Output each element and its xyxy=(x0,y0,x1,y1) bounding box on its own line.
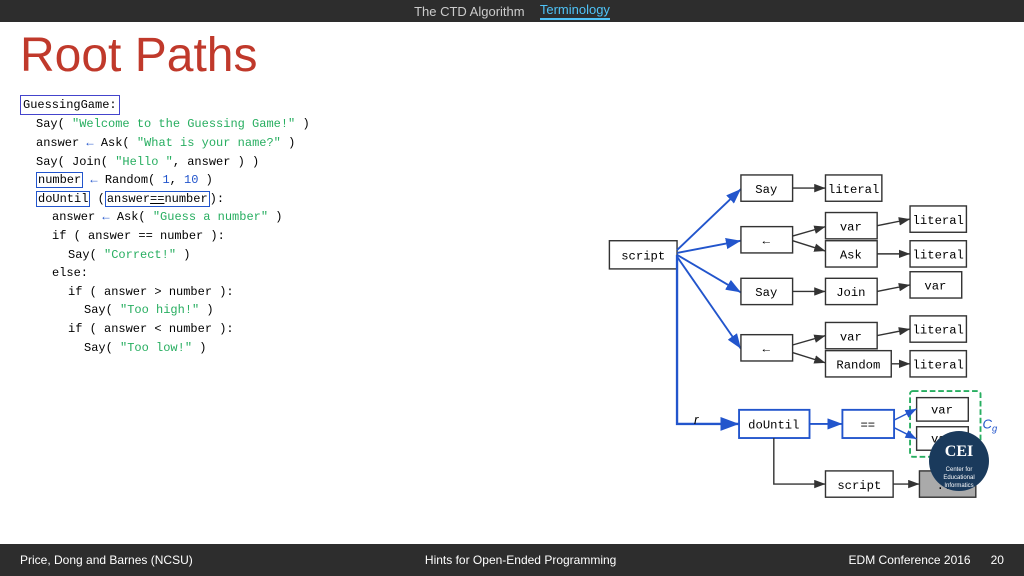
code-line-12: if ( answer < number ): xyxy=(20,320,590,339)
arrow-join-var xyxy=(877,285,910,292)
code-line-1: Say( "Welcome to the Guessing Game!" ) xyxy=(20,115,590,134)
top-navigation-bar: The CTD Algorithm Terminology xyxy=(0,0,1024,22)
svg-text:Center for: Center for xyxy=(946,467,973,473)
code-num-1: 1 xyxy=(162,173,169,187)
code-line-4: number ← Random( 1, 10 ) xyxy=(20,171,590,190)
code-str-toohigh: "Too high!" xyxy=(120,303,199,317)
code-line-10: if ( answer > number ): xyxy=(20,283,590,302)
author-info: Price, Dong and Barnes (NCSU) xyxy=(20,553,193,567)
script-label-bottom: script xyxy=(837,479,881,493)
left-panel: Root Paths GuessingGame: Say( "Welcome t… xyxy=(20,30,590,536)
assign-label-2: ← xyxy=(763,343,771,357)
page-number: 20 xyxy=(991,553,1004,567)
code-line-13: Say( "Too low!" ) xyxy=(20,339,590,358)
code-arrow-3: ← xyxy=(102,210,109,224)
literal-label-4: literal xyxy=(913,324,964,338)
right-panel: script Say literal ← var xyxy=(600,30,1004,536)
code-line-9: else: xyxy=(20,264,590,283)
bottom-bar: Price, Dong and Barnes (NCSU) Hints for … xyxy=(0,544,1024,576)
var-label-1: var xyxy=(840,220,862,234)
code-num-10: 10 xyxy=(184,173,198,187)
code-arrow-1: ← xyxy=(86,136,93,150)
say-label-2: Say xyxy=(755,286,777,300)
svg-text:Educational: Educational xyxy=(943,475,974,481)
code-block: GuessingGame: Say( "Welcome to the Guess… xyxy=(20,95,590,357)
arrow-script-assign2 xyxy=(677,257,741,349)
say-label-1: Say xyxy=(755,183,777,197)
var-label-g1: var xyxy=(931,404,953,418)
arrow-script-assign1 xyxy=(677,241,741,253)
arrow-script-dountil xyxy=(677,255,739,424)
code-str-correct: "Correct!" xyxy=(104,248,176,262)
random-label: Random xyxy=(836,358,880,372)
code-str-name: "What is your name?" xyxy=(137,136,281,150)
code-line-0: GuessingGame: xyxy=(20,95,590,116)
code-line-11: Say( "Too high!" ) xyxy=(20,301,590,320)
arrow-script-say1 xyxy=(677,189,741,250)
svg-text:CEI: CEI xyxy=(945,443,973,460)
code-str-hello: "Hello " xyxy=(115,155,173,169)
literal-label-1: literal xyxy=(828,183,879,197)
code-line-2: answer ← Ask( "What is your name?" ) xyxy=(20,134,590,153)
script-label: script xyxy=(621,250,665,264)
arrow-var-literal xyxy=(877,219,910,226)
code-line-5: doUntil (answer==number): xyxy=(20,190,590,209)
arrow-assign-ask xyxy=(793,241,826,251)
code-highlight-number: number xyxy=(36,172,83,188)
code-line-3: Say( Join( "Hello ", answer ) ) xyxy=(20,153,590,172)
literal-label-5: literal xyxy=(913,358,964,372)
literal-label-3: literal xyxy=(913,249,964,263)
logo-area: CEI Center for Educational Informatics xyxy=(924,426,994,496)
var-label-2: var xyxy=(924,280,946,294)
code-arrow-2: ← xyxy=(90,173,97,187)
page-title: Root Paths xyxy=(20,30,590,83)
arrow-assign-var xyxy=(793,227,826,236)
code-str-guess: "Guess a number" xyxy=(153,210,268,224)
code-line-7: if ( answer == number ): xyxy=(20,227,590,246)
eq-label: == xyxy=(860,419,875,433)
code-line-8: Say( "Correct!" ) xyxy=(20,246,590,265)
arrow-assign2-var xyxy=(793,336,826,345)
arrow-var3-literal xyxy=(877,329,910,336)
arrow-script-say2 xyxy=(677,255,741,293)
main-content: Root Paths GuessingGame: Say( "Welcome t… xyxy=(0,22,1024,544)
arrow-assign2-random xyxy=(793,353,826,363)
arrow-dountil-script xyxy=(774,438,826,484)
r-label: r xyxy=(694,412,699,427)
literal-label-2: literal xyxy=(913,214,964,228)
tab-terminology[interactable]: Terminology xyxy=(540,2,610,20)
presentation-title: Hints for Open-Ended Programming xyxy=(425,553,616,567)
svg-text:Informatics: Informatics xyxy=(944,483,973,489)
code-label-guessinggame: GuessingGame: xyxy=(20,95,120,116)
ask-label: Ask xyxy=(840,249,862,263)
code-str-welcome: "Welcome to the Guessing Game!" xyxy=(72,117,295,131)
code-highlight-condition: answer==number xyxy=(105,191,210,207)
tab-ctd-algorithm[interactable]: The CTD Algorithm xyxy=(414,4,525,19)
code-str-toolow: "Too low!" xyxy=(120,341,192,355)
assign-label-1: ← xyxy=(763,234,771,248)
var-label-3: var xyxy=(840,330,862,344)
join-label: Join xyxy=(836,286,865,300)
code-highlight-dountil: doUntil xyxy=(36,191,90,207)
dountil-label: doUntil xyxy=(748,419,799,433)
cei-logo: CEI Center for Educational Informatics xyxy=(924,426,994,496)
code-line-6: answer ← Ask( "Guess a number" ) xyxy=(20,208,590,227)
conference-info: EDM Conference 2016 20 xyxy=(849,553,1004,567)
